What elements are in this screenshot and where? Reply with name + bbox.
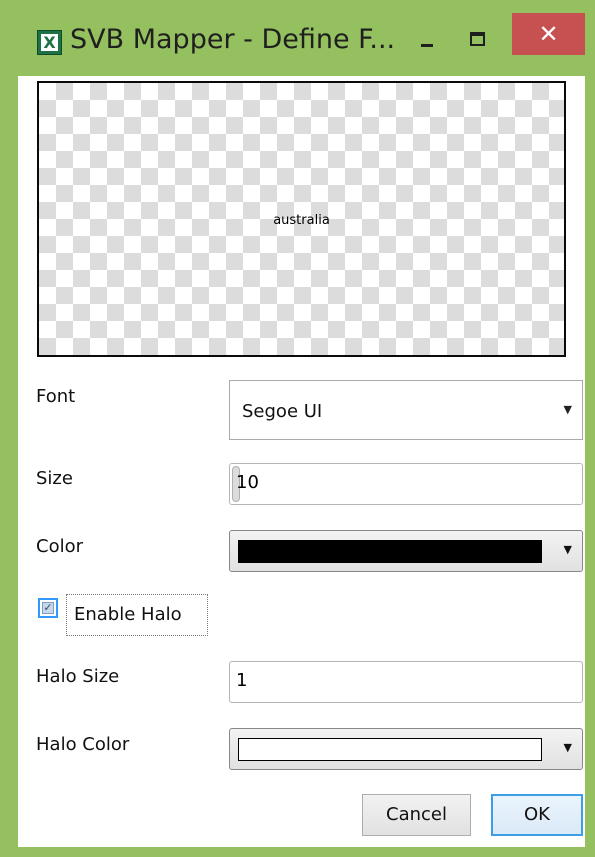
minimize-button[interactable]: [412, 28, 446, 58]
halo-size-input[interactable]: [236, 670, 556, 691]
dialog-content: australia Font Segoe UI ▼ Size Color ▼ ✓…: [18, 76, 585, 847]
maximize-button[interactable]: [462, 26, 496, 56]
chevron-down-icon: ▼: [563, 741, 572, 754]
halo-color-label: Halo Color: [36, 734, 130, 755]
color-picker[interactable]: ▼: [229, 530, 583, 572]
halo-color-picker[interactable]: ▼: [229, 728, 583, 770]
close-button[interactable]: ✕: [512, 13, 585, 55]
color-swatch: [238, 540, 542, 563]
window-title: SVB Mapper - Define F...: [70, 24, 396, 55]
chevron-down-icon: ▼: [563, 543, 572, 556]
font-label: Font: [36, 386, 76, 407]
ok-button[interactable]: OK: [491, 794, 583, 836]
cancel-button[interactable]: Cancel: [362, 794, 471, 836]
halo-size-label: Halo Size: [36, 666, 120, 687]
halo-size-input-box[interactable]: [229, 661, 583, 703]
color-label: Color: [36, 536, 83, 557]
title-bar[interactable]: X SVB Mapper - Define F... ✕: [0, 0, 595, 76]
dialog-window: X SVB Mapper - Define F... ✕ australia F…: [0, 0, 595, 857]
chevron-down-icon: ▼: [563, 403, 572, 416]
size-label: Size: [36, 468, 73, 489]
enable-halo-label[interactable]: Enable Halo: [74, 604, 182, 625]
size-input-box[interactable]: [229, 463, 583, 505]
preview-sample-text: australia: [273, 213, 330, 228]
font-select[interactable]: Segoe UI ▼: [229, 380, 583, 440]
excel-app-icon: X: [37, 30, 62, 55]
font-select-value: Segoe UI: [242, 401, 323, 422]
close-icon: ✕: [538, 20, 559, 48]
enable-halo-checkbox[interactable]: ✓: [38, 598, 58, 618]
halo-color-swatch: [238, 738, 542, 761]
font-preview: australia: [37, 81, 566, 357]
size-input[interactable]: [236, 472, 556, 493]
checkmark-icon: ✓: [42, 601, 54, 614]
